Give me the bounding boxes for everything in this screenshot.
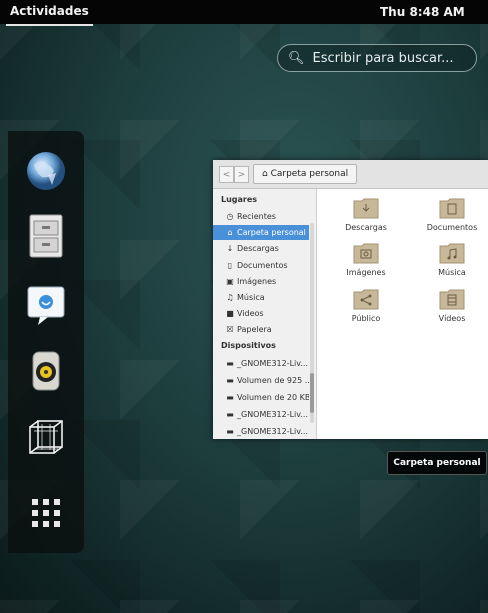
sidebar-item-carpeta-personal[interactable]: ⌂ Carpeta personal bbox=[213, 225, 309, 240]
sidebar-item-imagenes[interactable]: ▣ Imágenes bbox=[213, 274, 309, 289]
sidebar-item-recientes[interactable]: ◷ Recientes bbox=[213, 209, 309, 224]
drive-icon: ▬ bbox=[226, 376, 234, 385]
folder-camera-icon bbox=[353, 243, 379, 264]
trash-icon: ☒ bbox=[226, 325, 234, 334]
home-icon: ⌂ bbox=[227, 228, 233, 237]
file-manager-window[interactable]: < > ⌂ Carpeta personal Lugares ◷ Reciente… bbox=[213, 160, 488, 439]
web-browser-icon[interactable] bbox=[24, 149, 68, 193]
folder-musica[interactable]: Música bbox=[417, 242, 487, 277]
scrollbar-thumb[interactable] bbox=[310, 373, 314, 413]
search-box[interactable]: 🔍︎ Escribir para buscar... bbox=[277, 44, 477, 72]
top-bar: Actividades Thu 8:48 AM bbox=[0, 0, 488, 26]
window-toolbar: < > ⌂ Carpeta personal bbox=[213, 160, 488, 189]
sidebar-item-device[interactable]: ▬ _GNOME312-Liv... bbox=[213, 356, 309, 371]
3d-cube-icon[interactable] bbox=[24, 417, 68, 461]
sidebar-item-device[interactable]: ▬ _GNOME312-Liv... bbox=[213, 424, 309, 439]
folder-label: Vídeos bbox=[438, 314, 466, 323]
folder-download-icon bbox=[353, 198, 379, 219]
folder-imagenes[interactable]: Imágenes bbox=[331, 242, 401, 277]
drive-icon: ▬ bbox=[226, 393, 234, 402]
folder-film-icon bbox=[439, 289, 465, 310]
app-grid-icon[interactable] bbox=[24, 491, 68, 535]
search-placeholder: Escribir para buscar... bbox=[312, 50, 454, 66]
sidebar-item-descargas[interactable]: ↓ Descargas bbox=[213, 241, 309, 256]
places-header: Lugares bbox=[221, 195, 258, 204]
drive-icon: ▬ bbox=[226, 427, 234, 436]
folder-label: Música bbox=[438, 268, 466, 277]
folder-videos[interactable]: Vídeos bbox=[417, 288, 487, 323]
music-icon: ♫ bbox=[226, 293, 234, 302]
sidebar-item-device[interactable]: ▬ _GNOME312-Liv... bbox=[213, 407, 309, 422]
folder-music-icon bbox=[439, 243, 465, 264]
sidebar-item-device[interactable]: ▬ Volumen de 925 ... bbox=[213, 373, 309, 388]
folder-documentos[interactable]: Documentos bbox=[417, 197, 487, 232]
sidebar: Lugares ◷ Recientes ⌂ Carpeta personal ↓ De… bbox=[213, 189, 317, 439]
sidebar-item-musica[interactable]: ♫ Música bbox=[213, 290, 309, 305]
sidebar-item-device[interactable]: ▬ Volumen de 20 KB bbox=[213, 390, 309, 405]
forward-button[interactable]: > bbox=[234, 166, 249, 183]
home-icon: ⌂ bbox=[262, 169, 268, 179]
sidebar-item-documentos[interactable]: ▯ Documentos bbox=[213, 258, 309, 273]
camera-icon: ▣ bbox=[226, 277, 234, 286]
folder-publico[interactable]: Público bbox=[331, 288, 401, 323]
document-icon: ▯ bbox=[227, 261, 233, 270]
download-icon: ↓ bbox=[226, 244, 234, 253]
folder-label: Público bbox=[351, 314, 381, 323]
sidebar-item-videos[interactable]: ■ Videos bbox=[213, 306, 309, 321]
clock[interactable]: Thu 8:48 AM bbox=[380, 0, 465, 24]
file-manager-icon[interactable] bbox=[24, 213, 68, 258]
folder-document-icon bbox=[439, 198, 465, 219]
breadcrumb-home[interactable]: ⌂ Carpeta personal bbox=[253, 164, 358, 184]
folder-label: Descargas bbox=[345, 223, 387, 232]
clock-icon: ◷ bbox=[226, 212, 234, 221]
devices-header: Dispositivos bbox=[221, 341, 276, 350]
activities-button[interactable]: Actividades bbox=[6, 0, 93, 26]
audio-player-icon[interactable] bbox=[24, 349, 68, 393]
drive-icon: ▬ bbox=[226, 410, 234, 419]
folder-share-icon bbox=[353, 289, 379, 310]
search-icon: 🔍︎ bbox=[288, 50, 305, 66]
window-caption-tooltip: Carpeta personal bbox=[387, 451, 487, 475]
dash-panel bbox=[8, 131, 84, 553]
drive-icon: ▬ bbox=[226, 359, 234, 368]
folder-label: Documentos bbox=[426, 223, 478, 232]
breadcrumb-label: Carpeta personal bbox=[270, 169, 349, 179]
back-button[interactable]: < bbox=[219, 166, 234, 183]
video-icon: ■ bbox=[226, 309, 234, 318]
folder-label: Imágenes bbox=[346, 268, 386, 277]
chat-icon[interactable] bbox=[24, 283, 68, 327]
folder-descargas[interactable]: Descargas bbox=[331, 197, 401, 232]
folder-view: Descargas Documentos Imágenes Música Púb… bbox=[317, 189, 488, 439]
sidebar-item-papelera[interactable]: ☒ Papelera bbox=[213, 322, 309, 337]
sidebar-scrollbar[interactable] bbox=[310, 223, 314, 423]
